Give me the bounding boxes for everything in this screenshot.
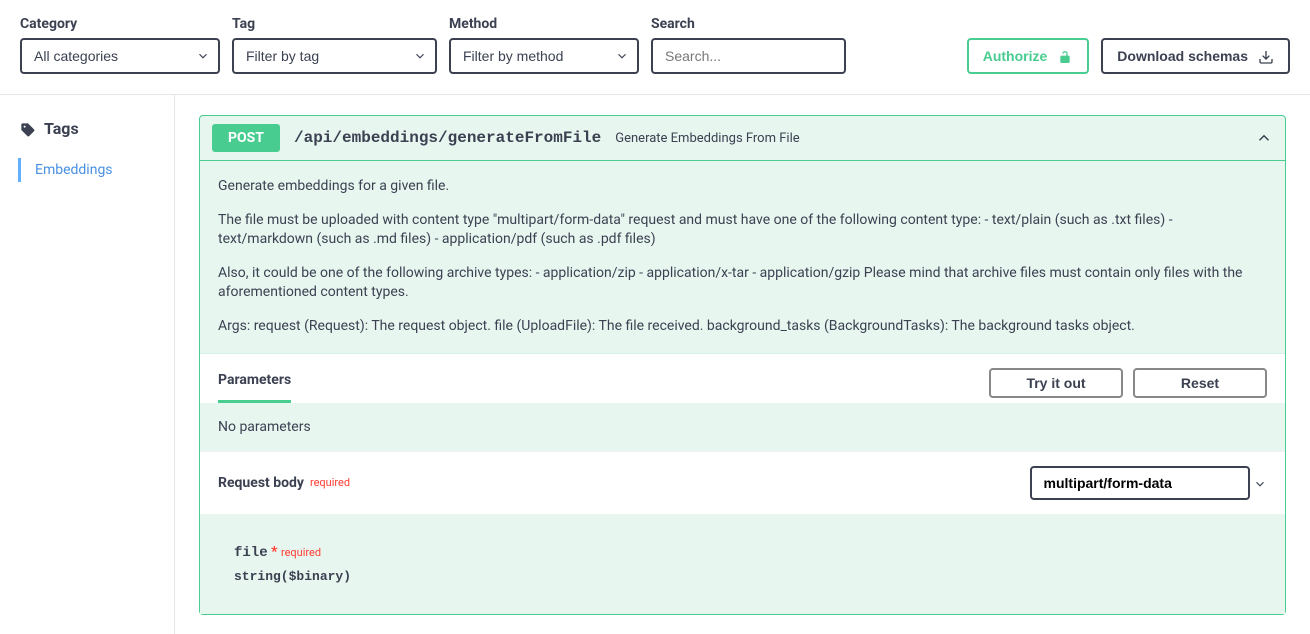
try-it-out-button[interactable]: Try it out [989, 368, 1123, 398]
operation-block: POST /api/embeddings/generateFromFile Ge… [199, 115, 1286, 615]
required-text: required [281, 546, 321, 559]
sidebar-heading-text: Tags [44, 119, 79, 138]
sidebar-item-label: Embeddings [35, 162, 113, 178]
top-filter-bar: Category All categories Tag Filter by ta… [0, 0, 1310, 95]
download-icon [1258, 47, 1274, 64]
request-body-header: Request body required multipart/form-dat… [200, 451, 1285, 514]
content-type-wrap: multipart/form-data [1030, 466, 1267, 500]
download-label: Download schemas [1117, 48, 1248, 64]
request-body-params: file * required string($binary) [200, 514, 1285, 614]
download-schemas-button[interactable]: Download schemas [1101, 38, 1290, 74]
chevron-up-icon [1255, 129, 1273, 147]
operation-header[interactable]: POST /api/embeddings/generateFromFile Ge… [200, 116, 1285, 161]
method-select[interactable]: Filter by method [449, 38, 639, 74]
category-filter: Category All categories [20, 16, 220, 74]
parameters-tabrow: Parameters Try it out Reset [200, 353, 1285, 403]
category-select-wrap: All categories [20, 38, 220, 74]
param-type: string($binary) [234, 569, 1267, 584]
desc-paragraph: Args: request (Request): The request obj… [218, 317, 1267, 337]
content-type-select[interactable]: multipart/form-data [1030, 466, 1250, 500]
category-label: Category [20, 16, 220, 32]
body-param-row: file * required string($binary) [234, 544, 1267, 584]
tag-label: Tag [232, 16, 437, 32]
desc-paragraph: Also, it could be one of the following a… [218, 264, 1267, 303]
tag-select[interactable]: Filter by tag [232, 38, 437, 74]
no-parameters-text: No parameters [218, 419, 1267, 435]
method-label: Method [449, 16, 639, 32]
search-label: Search [651, 16, 846, 32]
unlock-icon [1057, 47, 1073, 64]
method-badge: POST [212, 124, 280, 152]
tag-select-wrap: Filter by tag [232, 38, 437, 74]
param-name: file [234, 545, 268, 561]
search-input[interactable] [651, 38, 846, 74]
main-content: POST /api/embeddings/generateFromFile Ge… [175, 95, 1310, 634]
search-filter: Search [651, 16, 846, 74]
tag-icon [20, 119, 36, 138]
sidebar-heading: Tags [20, 119, 174, 138]
operation-summary: Generate Embeddings From File [615, 131, 799, 146]
category-select[interactable]: All categories [20, 38, 220, 74]
chevron-down-icon [1253, 476, 1267, 492]
required-star: * [271, 544, 277, 560]
reset-button[interactable]: Reset [1133, 368, 1267, 398]
authorize-button[interactable]: Authorize [967, 38, 1090, 74]
method-select-wrap: Filter by method [449, 38, 639, 74]
sidebar: Tags Embeddings [0, 95, 175, 634]
operation-description: Generate embeddings for a given file. Th… [200, 161, 1285, 353]
required-tag: required [310, 476, 350, 489]
layout: Tags Embeddings POST /api/embeddings/gen… [0, 95, 1310, 634]
desc-paragraph: Generate embeddings for a given file. [218, 177, 1267, 197]
tab-parameters[interactable]: Parameters [218, 364, 291, 403]
sidebar-item-embeddings[interactable]: Embeddings [18, 158, 174, 182]
operation-path: /api/embeddings/generateFromFile [294, 129, 601, 147]
method-filter: Method Filter by method [449, 16, 639, 74]
tag-filter: Tag Filter by tag [232, 16, 437, 74]
desc-paragraph: The file must be uploaded with content t… [218, 211, 1267, 250]
request-body-title: Request body [218, 475, 304, 491]
authorize-label: Authorize [983, 48, 1048, 64]
parameters-section: No parameters [200, 403, 1285, 451]
